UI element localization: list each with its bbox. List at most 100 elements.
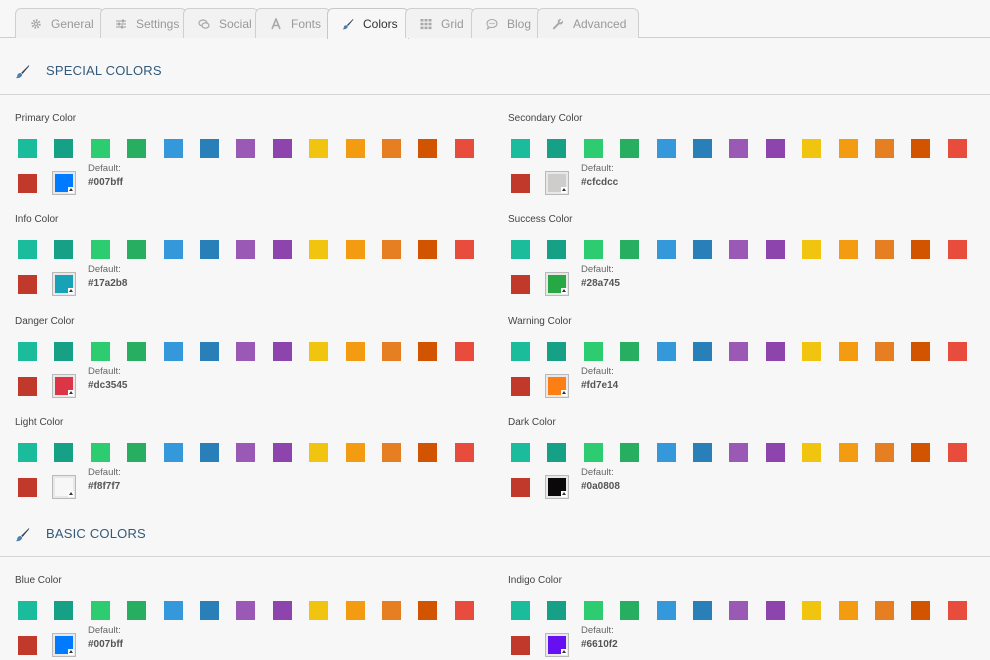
color-swatch[interactable] [127,240,147,259]
color-swatch[interactable] [236,601,256,620]
color-swatch[interactable] [875,601,894,620]
color-swatch[interactable] [656,139,676,158]
color-swatch[interactable] [18,377,37,396]
color-picker-button[interactable] [545,633,569,657]
color-swatch[interactable] [54,240,74,259]
color-swatch[interactable] [90,342,110,361]
tab-blog[interactable]: Blog [471,8,541,38]
color-swatch[interactable] [309,240,329,259]
color-swatch[interactable] [729,601,749,620]
tab-grid[interactable]: Grid [405,8,475,38]
color-swatch[interactable] [18,139,37,158]
tab-colors[interactable]: Colors [327,8,409,39]
color-swatch[interactable] [454,240,474,259]
color-swatch[interactable] [729,342,749,361]
color-swatch[interactable] [656,601,676,620]
color-swatch[interactable] [18,342,37,361]
color-swatch[interactable] [729,139,749,158]
tab-general[interactable]: General [15,8,104,38]
color-picker-button[interactable] [545,374,569,398]
color-swatch[interactable] [729,443,749,462]
color-swatch[interactable] [454,601,474,620]
color-swatch[interactable] [90,139,110,158]
color-swatch[interactable] [454,342,474,361]
color-swatch[interactable] [511,377,530,396]
color-swatch[interactable] [127,139,147,158]
color-swatch[interactable] [418,240,438,259]
color-swatch[interactable] [511,174,530,193]
color-swatch[interactable] [236,342,256,361]
color-swatch[interactable] [583,443,603,462]
color-swatch[interactable] [272,443,292,462]
tab-advanced[interactable]: Advanced [537,8,639,38]
tab-fonts[interactable]: Fonts [255,8,331,38]
color-swatch[interactable] [236,139,256,158]
color-swatch[interactable] [163,139,183,158]
color-swatch[interactable] [163,443,183,462]
color-swatch[interactable] [454,139,474,158]
color-swatch[interactable] [729,240,749,259]
color-swatch[interactable] [309,601,329,620]
color-swatch[interactable] [418,443,438,462]
color-swatch[interactable] [765,342,785,361]
color-swatch[interactable] [875,342,894,361]
color-swatch[interactable] [765,601,785,620]
color-swatch[interactable] [18,636,37,655]
color-swatch[interactable] [693,601,712,620]
color-swatch[interactable] [382,342,401,361]
color-swatch[interactable] [620,342,640,361]
color-swatch[interactable] [163,601,183,620]
color-picker-button[interactable] [545,475,569,499]
color-swatch[interactable] [345,240,365,259]
tab-social[interactable]: Social [183,8,259,38]
color-swatch[interactable] [54,443,74,462]
color-swatch[interactable] [620,240,640,259]
color-swatch[interactable] [838,139,858,158]
color-picker-button[interactable] [52,633,76,657]
color-swatch[interactable] [802,240,822,259]
color-swatch[interactable] [583,240,603,259]
color-swatch[interactable] [382,139,401,158]
color-swatch[interactable] [911,139,931,158]
color-swatch[interactable] [547,139,567,158]
color-swatch[interactable] [547,443,567,462]
color-swatch[interactable] [272,601,292,620]
color-swatch[interactable] [511,240,530,259]
color-swatch[interactable] [547,342,567,361]
color-swatch[interactable] [127,342,147,361]
color-swatch[interactable] [382,240,401,259]
color-swatch[interactable] [547,601,567,620]
color-swatch[interactable] [54,342,74,361]
color-swatch[interactable] [911,240,931,259]
color-swatch[interactable] [511,275,530,294]
color-picker-button[interactable] [52,272,76,296]
color-swatch[interactable] [693,139,712,158]
color-swatch[interactable] [511,139,530,158]
color-swatch[interactable] [200,443,219,462]
color-swatch[interactable] [345,601,365,620]
color-swatch[interactable] [345,342,365,361]
color-swatch[interactable] [511,636,530,655]
color-swatch[interactable] [693,240,712,259]
color-swatch[interactable] [127,443,147,462]
color-swatch[interactable] [18,478,37,497]
color-swatch[interactable] [693,443,712,462]
color-swatch[interactable] [236,240,256,259]
color-swatch[interactable] [200,139,219,158]
color-swatch[interactable] [511,342,530,361]
color-swatch[interactable] [911,342,931,361]
color-swatch[interactable] [547,240,567,259]
color-swatch[interactable] [583,139,603,158]
color-swatch[interactable] [947,240,967,259]
color-swatch[interactable] [583,601,603,620]
color-swatch[interactable] [911,601,931,620]
color-picker-button[interactable] [52,374,76,398]
color-swatch[interactable] [620,601,640,620]
color-swatch[interactable] [236,443,256,462]
color-swatch[interactable] [309,443,329,462]
color-swatch[interactable] [163,240,183,259]
color-swatch[interactable] [454,443,474,462]
color-swatch[interactable] [90,601,110,620]
tab-settings[interactable]: Settings [100,8,187,38]
color-swatch[interactable] [656,443,676,462]
